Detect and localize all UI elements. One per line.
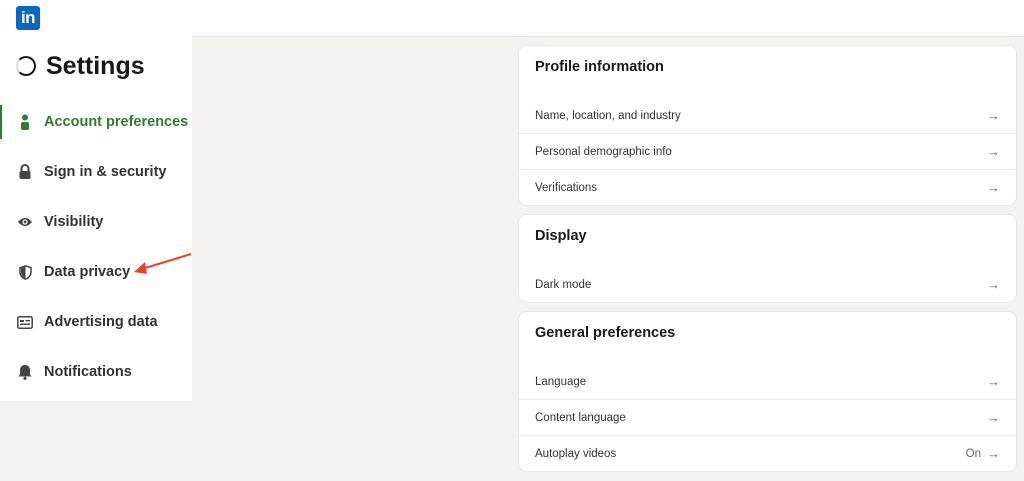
settings-nav: Account preferences Sign in & security V… bbox=[0, 97, 192, 397]
sidebar-item-visibility[interactable]: Visibility bbox=[0, 197, 192, 247]
row-label: Autoplay videos bbox=[535, 447, 617, 460]
row-label: Dark mode bbox=[535, 278, 592, 291]
verifications-row[interactable]: Verifications → bbox=[519, 169, 1016, 205]
linkedin-logo[interactable]: in bbox=[16, 6, 40, 30]
sidebar-item-label: Notifications bbox=[44, 364, 132, 380]
bell-icon bbox=[17, 364, 33, 380]
sidebar-item-notifications[interactable]: Notifications bbox=[0, 347, 192, 397]
row-label: Content language bbox=[535, 411, 626, 424]
row-label: Verifications bbox=[535, 181, 598, 194]
settings-sidebar: Settings Account preferences Sign in & s… bbox=[0, 36, 192, 401]
sidebar-item-label: Sign in & security bbox=[44, 164, 167, 180]
general-preferences-card: General preferences Language → Content l… bbox=[519, 312, 1016, 471]
arrow-right-icon: → bbox=[987, 144, 1000, 159]
sidebar-item-sign-in-security[interactable]: Sign in & security bbox=[0, 147, 192, 197]
loading-spinner-icon bbox=[16, 56, 36, 76]
name-location-industry-row[interactable]: Name, location, and industry → bbox=[519, 98, 1016, 133]
arrow-right-icon: → bbox=[987, 446, 1000, 461]
settings-header: Settings bbox=[16, 52, 145, 80]
row-label: Personal demographic info bbox=[535, 145, 672, 158]
eye-icon bbox=[17, 214, 33, 230]
personal-demographic-row[interactable]: Personal demographic info → bbox=[519, 133, 1016, 169]
content-language-row[interactable]: Content language → bbox=[519, 399, 1016, 435]
arrow-right-icon: → bbox=[987, 108, 1000, 123]
section-title: General preferences bbox=[535, 325, 676, 341]
profile-information-card: Profile information Name, location, and … bbox=[519, 46, 1016, 205]
arrow-right-icon: → bbox=[987, 277, 1000, 292]
sidebar-item-label: Advertising data bbox=[44, 314, 158, 330]
top-bar: in bbox=[0, 0, 1024, 37]
sidebar-item-data-privacy[interactable]: Data privacy bbox=[0, 247, 192, 297]
row-label: Language bbox=[535, 375, 587, 388]
section-title: Profile information bbox=[535, 59, 664, 75]
person-icon bbox=[17, 114, 33, 130]
sidebar-item-account-preferences[interactable]: Account preferences bbox=[0, 97, 192, 147]
language-row[interactable]: Language → bbox=[519, 364, 1016, 399]
ad-icon bbox=[17, 314, 33, 330]
autoplay-videos-row[interactable]: Autoplay videos On → bbox=[519, 435, 1016, 471]
settings-content: Profile information Name, location, and … bbox=[519, 46, 1016, 481]
sidebar-item-label: Account preferences bbox=[44, 114, 189, 130]
shield-icon bbox=[17, 264, 33, 280]
arrow-right-icon: → bbox=[987, 374, 1000, 389]
arrow-right-icon: → bbox=[987, 410, 1000, 425]
dark-mode-row[interactable]: Dark mode → bbox=[519, 267, 1016, 302]
sidebar-item-label: Data privacy bbox=[44, 264, 131, 280]
row-label: Name, location, and industry bbox=[535, 109, 681, 122]
display-card: Display Dark mode → bbox=[519, 215, 1016, 302]
autoplay-status-value: On bbox=[965, 447, 981, 460]
sidebar-item-label: Visibility bbox=[44, 214, 104, 230]
page-title: Settings bbox=[46, 51, 145, 80]
arrow-right-icon: → bbox=[987, 180, 1000, 195]
lock-icon bbox=[17, 164, 33, 180]
section-title: Display bbox=[535, 228, 587, 244]
sidebar-item-advertising-data[interactable]: Advertising data bbox=[0, 297, 192, 347]
